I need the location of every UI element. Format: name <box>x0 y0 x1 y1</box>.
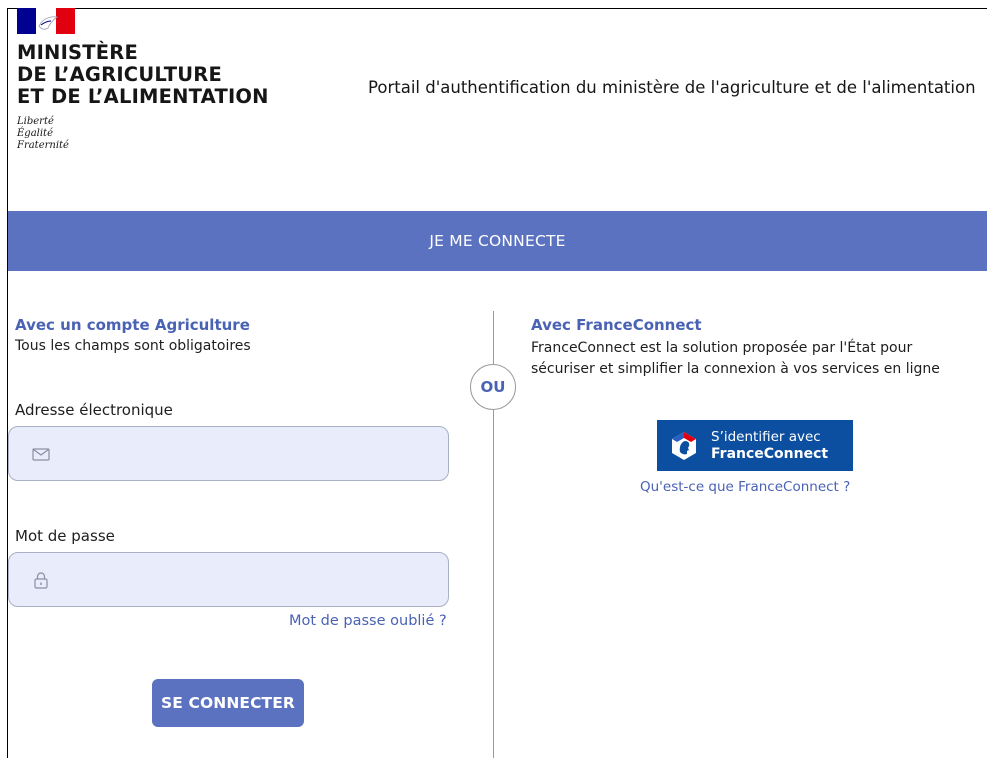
login-banner: JE ME CONNECTE <box>8 211 987 271</box>
portal-title: Portail d'authentification du ministère … <box>368 78 976 97</box>
required-fields-note: Tous les champs sont obligatoires <box>15 338 251 354</box>
password-field[interactable] <box>8 552 449 607</box>
franceconnect-button-text: S’identifier avec FranceConnect <box>711 429 828 463</box>
envelope-icon <box>32 448 50 461</box>
franceconnect-button-line1: S’identifier avec <box>711 428 821 445</box>
email-input[interactable] <box>65 427 435 480</box>
motto-liberte: Liberté <box>17 116 54 127</box>
franceconnect-description-line-1: FranceConnect est la solution proposée p… <box>531 340 913 356</box>
franceconnect-button[interactable]: S’identifier avec FranceConnect <box>657 420 853 471</box>
padlock-icon <box>34 572 48 589</box>
ministry-line-2: DE L’AGRICULTURE <box>17 63 223 86</box>
republic-motto: Liberté Égalité Fraternité <box>17 116 69 152</box>
motto-fraternite: Fraternité <box>17 140 69 151</box>
franceconnect-logo-icon <box>672 431 696 460</box>
ministry-line-1: MINISTÈRE <box>17 41 139 64</box>
email-label: Adresse électronique <box>15 401 173 419</box>
banner-title: JE ME CONNECTE <box>429 232 566 250</box>
login-button[interactable]: SE CONNECTER <box>152 679 304 727</box>
motto-egalite: Égalité <box>17 128 53 139</box>
franceconnect-description: FranceConnect est la solution proposée p… <box>531 338 940 380</box>
password-label: Mot de passe <box>15 527 115 545</box>
franceconnect-title: Avec FranceConnect <box>531 316 702 334</box>
franceconnect-button-line2: FranceConnect <box>711 445 829 462</box>
agri-account-title: Avec un compte Agriculture <box>15 316 250 334</box>
franceconnect-description-line-2: sécuriser et simplifier la connexion à v… <box>531 361 940 377</box>
divider-bottom <box>493 410 494 758</box>
ministry-name: MINISTÈRE DE L’AGRICULTURE ET DE L’ALIME… <box>17 42 269 108</box>
password-input[interactable] <box>65 553 435 606</box>
marianne-logo-icon <box>17 8 75 34</box>
franceconnect-info-link[interactable]: Qu'est-ce que FranceConnect ? <box>640 479 850 495</box>
forgot-password-link[interactable]: Mot de passe oublié ? <box>289 613 447 629</box>
or-separator: OU <box>470 364 516 410</box>
ministry-line-3: ET DE L’ALIMENTATION <box>17 85 269 108</box>
divider-top <box>493 311 494 364</box>
email-field[interactable] <box>8 426 449 481</box>
